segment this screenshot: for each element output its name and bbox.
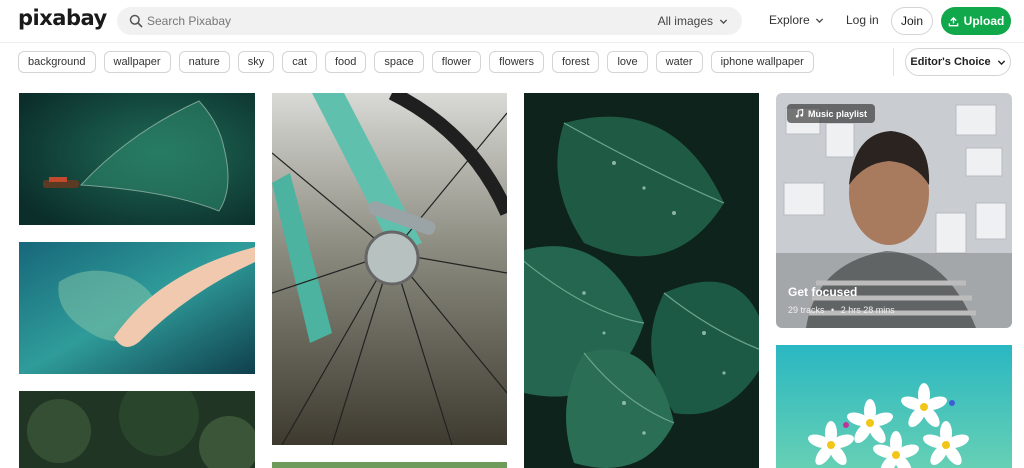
tag-chip-flower[interactable]: flower (431, 51, 482, 73)
meta-separator: • (831, 305, 835, 315)
upload-icon (948, 16, 958, 26)
chevron-down-icon (997, 59, 1005, 65)
image-tile-fishing-net[interactable] (19, 93, 255, 225)
tag-chip-forest[interactable]: forest (551, 51, 600, 73)
music-playlist-card[interactable]: Music playlist Get focused 29 tracks • 2… (776, 93, 1012, 328)
playlist-meta: 29 tracks • 2 hrs 28 mins (788, 305, 895, 315)
image-tile-green-landscape[interactable] (272, 462, 507, 468)
tag-chip-water[interactable]: water (655, 51, 703, 73)
playlist-track-count: 29 tracks (788, 305, 825, 315)
search-input[interactable] (147, 7, 647, 35)
playlist-duration: 2 hrs 28 mins (840, 305, 895, 315)
music-playlist-label: Music playlist (808, 108, 868, 119)
header-divider (0, 42, 1024, 43)
forest-moss-photo (19, 391, 255, 468)
fishing-net-photo (19, 93, 255, 225)
image-type-label: All images (657, 14, 713, 28)
tag-chip-background[interactable]: background (18, 51, 96, 73)
music-note-icon (795, 109, 804, 118)
tag-chip-flowers[interactable]: flowers (489, 51, 544, 73)
upload-label: Upload (963, 14, 1005, 28)
chevron-down-icon (719, 18, 728, 24)
explore-label: Explore (769, 13, 810, 27)
search-icon (129, 14, 143, 28)
login-link[interactable]: Log in (846, 13, 879, 27)
tag-chip-iphone-wallpaper[interactable]: iphone wallpaper (710, 51, 814, 73)
image-tile-wet-leaves[interactable] (524, 93, 759, 468)
tag-chip-nature[interactable]: nature (178, 51, 230, 73)
pixabay-logo[interactable]: pixabay (18, 6, 107, 30)
green-landscape-photo (272, 462, 507, 468)
image-type-select[interactable]: All images (658, 14, 728, 28)
sort-select[interactable]: Editor's Choice (905, 48, 1011, 76)
search-bar[interactable]: All images (117, 7, 742, 35)
top-header: pixabay All images Explore Log in Join U… (0, 0, 1024, 42)
tag-chip-cat[interactable]: cat (282, 51, 317, 73)
tag-chip-food[interactable]: food (324, 51, 367, 73)
upload-button[interactable]: Upload (941, 7, 1011, 35)
image-tile-forest-moss[interactable] (19, 391, 255, 468)
tag-chip-wallpaper[interactable]: wallpaper (103, 51, 171, 73)
chevron-down-icon (815, 17, 823, 23)
join-button[interactable]: Join (891, 7, 933, 35)
sort-label: Editor's Choice (910, 56, 991, 68)
white-flowers-illustration (776, 345, 1012, 468)
sandbank-photo (19, 242, 255, 374)
playlist-title: Get focused (788, 285, 858, 299)
tag-chip-sky[interactable]: sky (237, 51, 275, 73)
wet-leaves-photo (524, 93, 759, 468)
bicycle-wheel-photo (272, 93, 507, 445)
tag-chip-love[interactable]: love (607, 51, 648, 73)
image-tile-sandbank[interactable] (19, 242, 255, 374)
image-tile-bicycle-wheel[interactable] (272, 93, 507, 445)
sort-divider (893, 48, 894, 76)
image-tile-white-flowers[interactable] (776, 345, 1012, 468)
explore-menu[interactable]: Explore (769, 13, 824, 27)
tag-chips: background wallpaper nature sky cat food… (18, 51, 814, 73)
music-playlist-badge: Music playlist (787, 104, 876, 123)
tag-chip-space[interactable]: space (374, 51, 424, 73)
